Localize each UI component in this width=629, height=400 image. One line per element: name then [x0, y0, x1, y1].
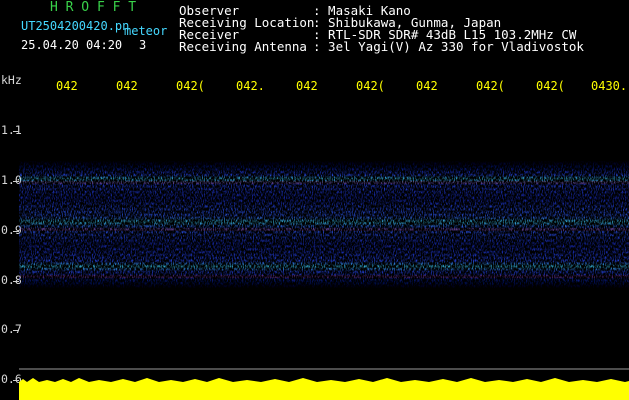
time-tick: 042(: [176, 79, 205, 93]
mode-label: meteor: [124, 24, 168, 38]
datetime-label: 25.04.20 04:20: [21, 38, 123, 52]
yellow-baseline: [19, 382, 629, 400]
spectrogram-plot: [19, 161, 629, 400]
time-tick: 042: [116, 79, 138, 93]
hot-line-middle: [19, 228, 629, 231]
time-tick: 042.: [236, 79, 265, 93]
time-tick: 042(: [476, 79, 505, 93]
y-axis-unit: kHz: [1, 73, 22, 87]
yellow-baseline-edge: [19, 378, 629, 384]
time-tick: 0430.: [591, 79, 628, 93]
filename-label: UT2504200420.pn: [21, 19, 130, 33]
hot-line-lower: [19, 275, 629, 278]
time-tick: 042: [416, 79, 438, 93]
time-tick: 042(: [536, 79, 565, 93]
time-tick: 042: [56, 79, 78, 93]
time-tick: 042(: [356, 79, 385, 93]
app-title: H R O F F T: [50, 0, 137, 15]
hot-line-upper: [19, 181, 629, 184]
spectrogram-band: [19, 161, 629, 288]
time-tick: 042: [296, 79, 318, 93]
antenna-label: Receiving Antenna: [179, 39, 307, 54]
count-label: 3: [139, 38, 147, 52]
antenna-value: : 3el Yagi(V) Az 330 for Vladivostok: [313, 39, 584, 54]
